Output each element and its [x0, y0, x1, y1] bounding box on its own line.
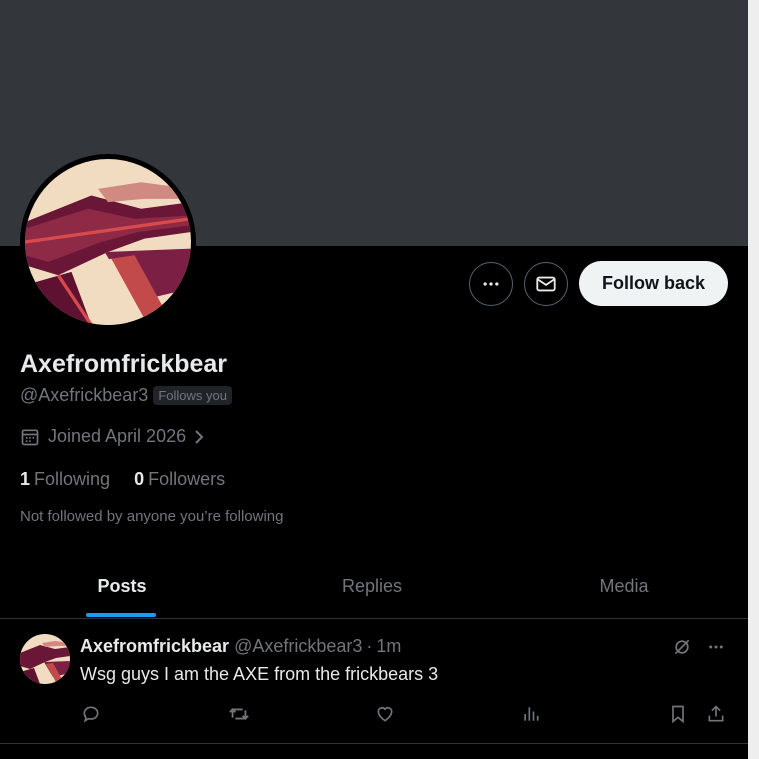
reply-icon[interactable]	[80, 703, 102, 725]
profile-tabs: Posts Replies Media	[0, 554, 748, 619]
post-author-avatar[interactable]	[20, 634, 70, 684]
avatar-image	[20, 634, 70, 684]
followers-count: 0	[134, 469, 145, 489]
share-icon[interactable]	[705, 703, 727, 725]
profile-avatar[interactable]	[20, 154, 196, 330]
message-button[interactable]	[524, 262, 568, 306]
grok-icon[interactable]	[671, 636, 693, 658]
repost-icon[interactable]	[228, 703, 250, 725]
follow-counts: 1 Following 0 Followers	[20, 469, 225, 490]
chevron-right-icon	[192, 429, 206, 445]
tab-replies[interactable]: Replies	[250, 554, 494, 618]
post-header: Axefromfrickbear @Axefrickbear3 · 1m	[80, 636, 401, 657]
profile-handle-row: @Axefrickbear3 Follows you	[20, 385, 232, 406]
following-count: 1	[20, 469, 31, 489]
post-author-name[interactable]: Axefromfrickbear	[80, 636, 229, 657]
post-text: Wsg guys I am the AXE from the frickbear…	[80, 664, 439, 684]
views-icon[interactable]	[520, 703, 542, 725]
more-options-button[interactable]	[469, 262, 513, 306]
joined-date-text: Joined April 2026	[48, 426, 187, 446]
post-timestamp[interactable]: 1m	[376, 636, 401, 657]
follow-back-button[interactable]: Follow back	[579, 261, 728, 306]
avatar-image	[25, 159, 191, 325]
calendar-icon	[21, 429, 39, 445]
following-label: Following	[34, 469, 111, 489]
like-icon[interactable]	[374, 703, 396, 725]
envelope-icon	[536, 276, 556, 292]
post-item[interactable]: Axefromfrickbear @Axefrickbear3 · 1m Wsg…	[0, 619, 748, 744]
post-more-icon[interactable]	[705, 636, 727, 658]
followers-link[interactable]: 0 Followers	[134, 469, 225, 490]
profile-handle: @Axefrickbear3	[20, 385, 149, 405]
follows-you-badge: Follows you	[153, 386, 232, 405]
more-horizontal-icon	[483, 282, 499, 286]
scrollbar[interactable]	[748, 0, 759, 759]
joined-date-row[interactable]: Joined April 2026	[20, 426, 206, 447]
post-separator: ·	[366, 636, 373, 656]
post-author-handle[interactable]: @Axefrickbear3	[234, 636, 362, 657]
bookmark-icon[interactable]	[667, 703, 689, 725]
active-tab-indicator	[86, 613, 156, 617]
followers-label: Followers	[148, 469, 226, 489]
not-followed-notice: Not followed by anyone you’re following	[20, 508, 284, 525]
tab-posts[interactable]: Posts	[0, 554, 244, 618]
tab-media[interactable]: Media	[500, 554, 748, 618]
following-link[interactable]: 1 Following	[20, 469, 110, 490]
profile-display-name: Axefromfrickbear	[20, 350, 228, 378]
